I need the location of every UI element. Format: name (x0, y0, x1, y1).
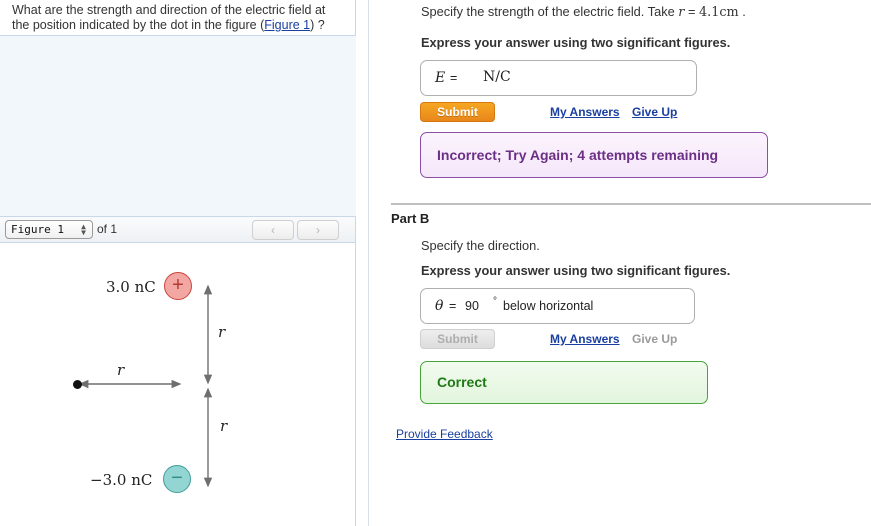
page-root: What are the strength and direction of t… (0, 0, 871, 526)
positive-charge-label: 3.0 nC (106, 278, 156, 296)
part-a-prompt-value: 4.1cm (698, 5, 739, 20)
question-line-1: What are the strength and direction of t… (12, 3, 326, 17)
part-b-answer-suffix: below horizontal (503, 299, 594, 313)
minus-sign-icon: − (171, 467, 183, 489)
part-b-my-answers-link[interactable]: My Answers (550, 332, 620, 346)
part-b-status-banner: Correct (420, 361, 708, 404)
negative-charge-label: −3.0 nC (90, 471, 153, 489)
part-b-answer-value[interactable]: 90 (465, 299, 479, 313)
figure-prev-button[interactable]: ‹ (252, 220, 294, 240)
part-b-submit-button: Submit (420, 329, 495, 349)
part-a-status-banner: Incorrect; Try Again; 4 attempts remaini… (420, 132, 768, 178)
distance-label-vertical-top: r (218, 323, 226, 341)
distance-label-horizontal: r (117, 361, 125, 379)
part-a-answer-symbol: E (435, 70, 446, 86)
part-a-give-up-link[interactable]: Give Up (632, 105, 677, 119)
figure-next-button[interactable]: › (297, 220, 339, 240)
positive-charge-icon: + (164, 272, 192, 300)
degree-symbol-icon: ° (493, 296, 497, 307)
part-a-instruction: Express your answer using two significan… (421, 35, 731, 50)
figure-count-label: of 1 (97, 222, 118, 236)
distance-label-vertical-bottom: r (220, 417, 228, 435)
chevron-left-icon: ‹ (271, 223, 275, 237)
part-b-answer-field[interactable]: θ = 90 ° below horizontal (420, 288, 695, 324)
figure-1-link[interactable]: Figure 1 (264, 18, 310, 32)
part-a-answer-unit: N/C (483, 69, 511, 85)
question-statement-box: What are the strength and direction of t… (0, 0, 356, 36)
part-a-submit-button[interactable]: Submit (420, 102, 495, 122)
negative-charge-icon: − (163, 465, 191, 493)
part-a-prompt: Specify the strength of the electric fie… (421, 4, 746, 20)
chevron-right-icon: › (316, 223, 320, 237)
part-a-answer-field[interactable]: E = N/C (420, 60, 697, 96)
part-a-prompt-equals: = (684, 4, 699, 19)
figure-select-value: Figure 1 (11, 223, 64, 236)
part-a-prompt-pre: Specify the strength of the electric fie… (421, 4, 679, 19)
question-line-2-pre: the position indicated by the dot in the… (12, 18, 265, 32)
part-b-answer-symbol: θ (435, 298, 444, 314)
part-b-give-up-link: Give Up (632, 332, 678, 346)
part-b-answer-equals: = (449, 299, 457, 313)
part-a-prompt-post: . (738, 4, 746, 19)
part-b-instruction: Express your answer using two significan… (421, 263, 731, 278)
part-a-my-answers-link[interactable]: My Answers (550, 105, 620, 119)
left-panel: What are the strength and direction of t… (0, 0, 356, 526)
section-divider (391, 203, 871, 205)
figure-select[interactable]: Figure 1 ▲ ▼ (5, 220, 93, 239)
select-stepper-icon: ▲ ▼ (81, 222, 86, 237)
figure-toolbar: Figure 1 ▲ ▼ of 1 ‹ › (0, 216, 356, 243)
right-panel: Specify the strength of the electric fie… (369, 0, 871, 526)
part-b-prompt: Specify the direction. (421, 238, 540, 253)
question-text: What are the strength and direction of t… (12, 3, 343, 33)
question-line-2-post: ) ? (310, 18, 325, 32)
provide-feedback-link[interactable]: Provide Feedback (396, 427, 493, 441)
part-a-answer-equals: = (450, 71, 458, 85)
field-point-dot-icon (73, 380, 82, 389)
plus-sign-icon: + (172, 274, 184, 296)
part-b-title: Part B (391, 211, 430, 226)
